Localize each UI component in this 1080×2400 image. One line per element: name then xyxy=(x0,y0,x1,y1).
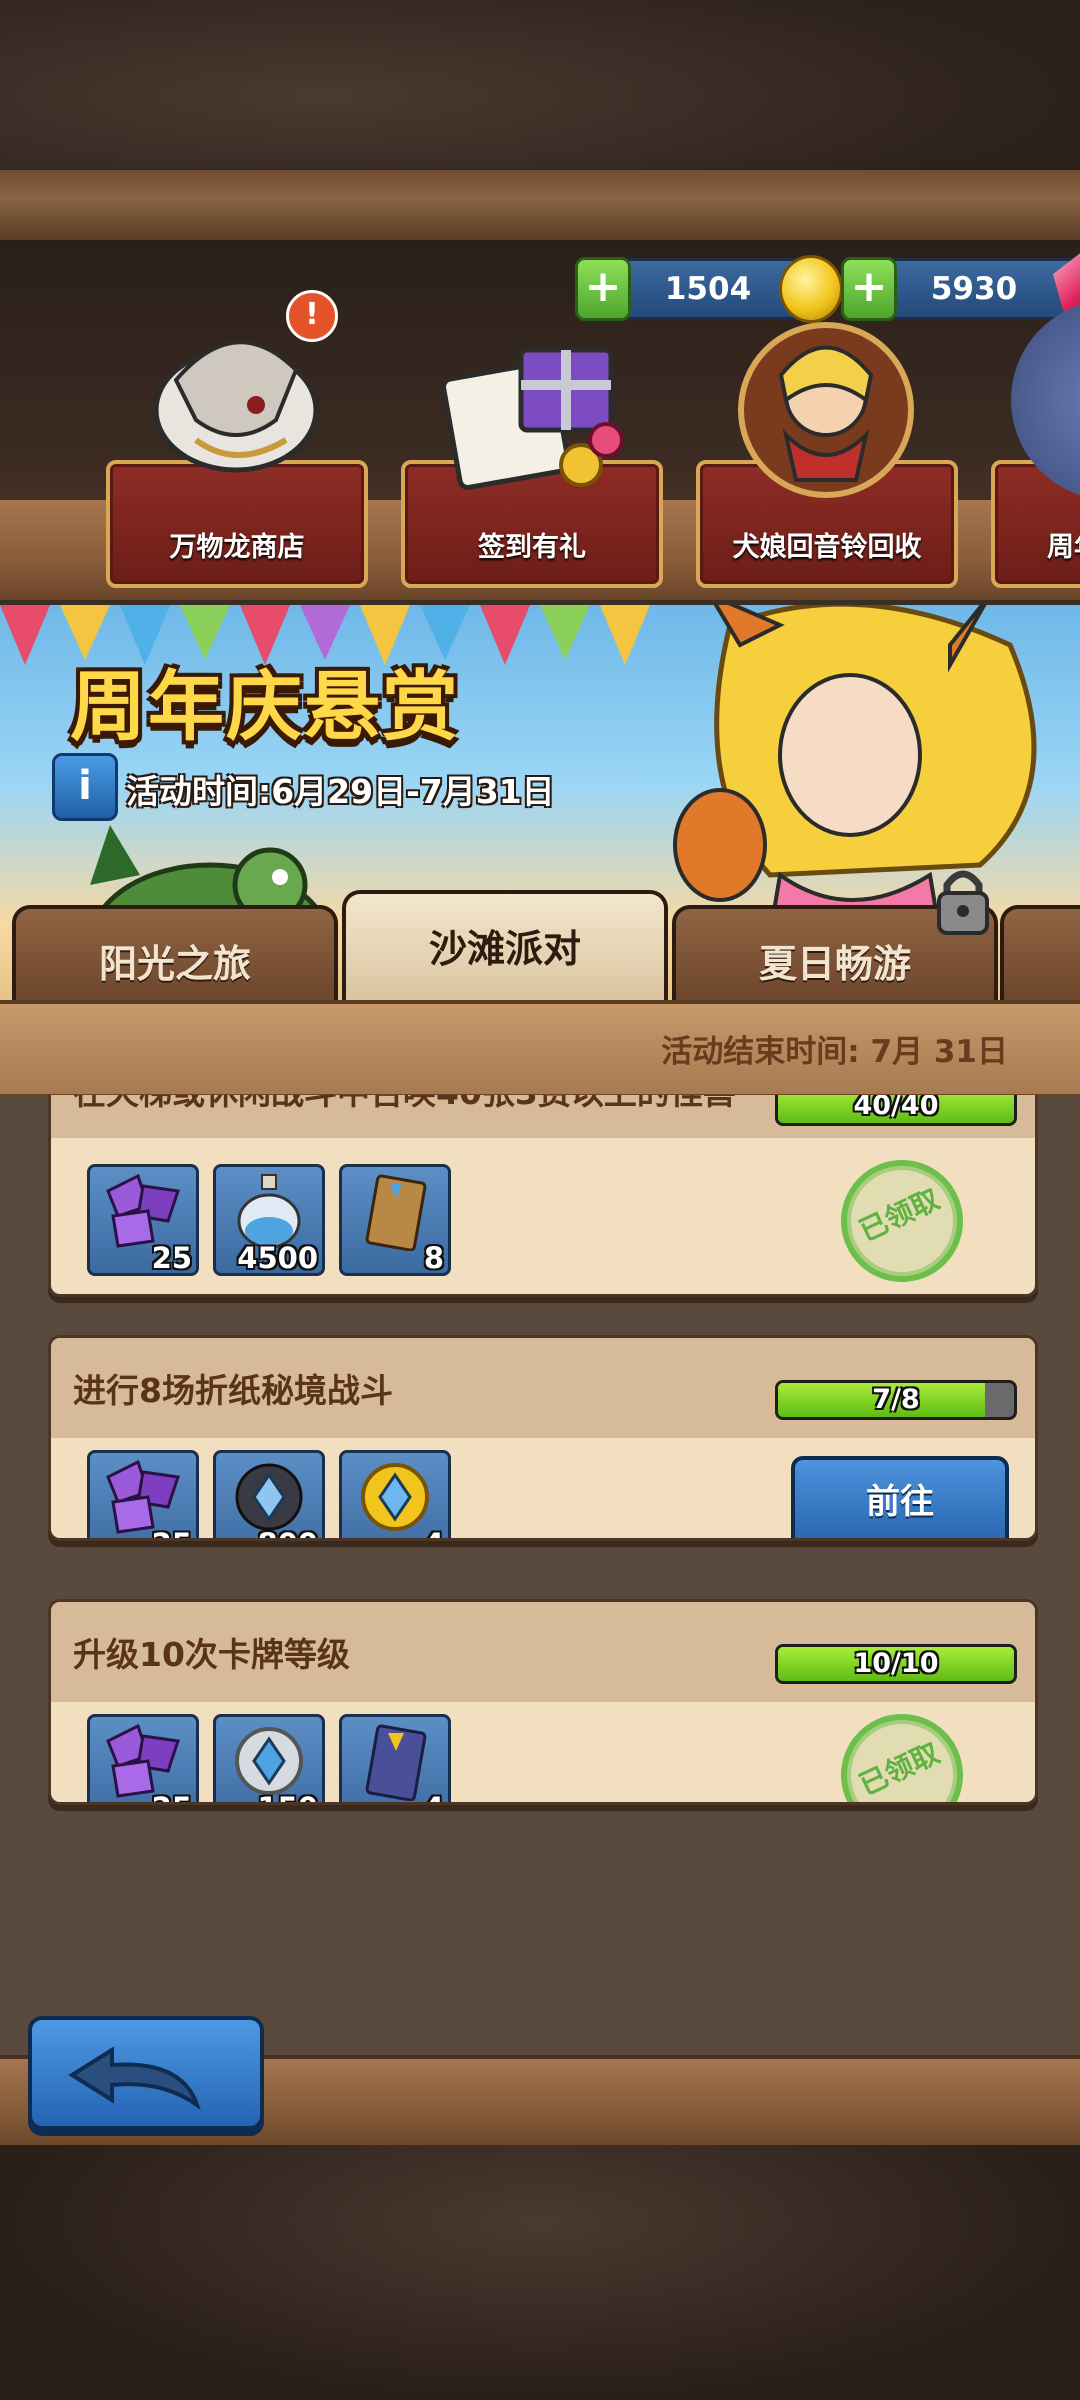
task-header: 进行8场折纸秘境战斗 7/8 xyxy=(51,1338,1035,1438)
reward-quantity: 800 xyxy=(257,1527,318,1538)
reward-quantity: 4 xyxy=(424,1527,444,1538)
reward-quantity: 8 xyxy=(423,1241,444,1275)
calendar-gift-icon xyxy=(431,300,631,500)
back-arrow-icon xyxy=(68,2046,201,2111)
task-title: 在天梯或休闲战斗中召唤40张3费以上的怪兽 xyxy=(73,1095,736,1114)
purple-shards-icon xyxy=(106,1459,180,1534)
task-card: 升级10次卡牌等级 10/10 25 150 xyxy=(48,1599,1038,1805)
event-title: 周年庆悬赏 xyxy=(70,662,460,751)
tab-beach-party[interactable]: 沙滩派对 xyxy=(342,890,668,1009)
go-button[interactable]: 前往 xyxy=(791,1456,1009,1538)
task-progress-bar: 40/40 xyxy=(775,1095,1017,1126)
claimed-stamp: 已领取 xyxy=(820,1139,984,1294)
reward-quantity: 150 xyxy=(257,1791,318,1802)
shop-item-label: 周年 xyxy=(1047,532,1080,563)
event-end-time: 活动结束时间: 7月 31日 xyxy=(661,1034,1008,1070)
bottom-background xyxy=(0,2145,1080,2400)
shop-item-dragon-store[interactable]: 万物龙商店 ! xyxy=(106,290,368,590)
lock-icon xyxy=(937,870,989,935)
event-end-bar: 活动结束时间: 7月 31日 xyxy=(0,1000,1080,1099)
reward-quantity: 25 xyxy=(151,1241,192,1275)
purple-shards-icon xyxy=(106,1173,180,1248)
reward-quantity: 4500 xyxy=(237,1241,318,1275)
reward-item[interactable]: 25 xyxy=(87,1164,199,1276)
progress-text: 10/10 xyxy=(853,1648,939,1679)
dark-crystal-icon xyxy=(235,1463,303,1531)
reward-item[interactable]: 25 xyxy=(87,1714,199,1802)
reward-quantity: 4 xyxy=(424,1791,444,1802)
shop-item-bell-recycle[interactable]: 犬娘回音铃回收 xyxy=(696,300,958,590)
reward-quantity: 25 xyxy=(152,1527,192,1538)
task-title: 升级10次卡牌等级 xyxy=(73,1635,350,1674)
shop-item-sign-in-gift[interactable]: 签到有礼 xyxy=(401,300,663,590)
shelf-top-rim xyxy=(0,170,1080,240)
reward-item[interactable]: 4 xyxy=(339,1714,451,1802)
shop-item-label: 签到有礼 xyxy=(478,532,586,563)
reward-item[interactable]: 4 xyxy=(339,1450,451,1538)
task-card: 在天梯或休闲战斗中召唤40张3费以上的怪兽 40/40 25 4500 xyxy=(48,1095,1038,1297)
potion-bottle-icon xyxy=(237,1174,301,1249)
info-icon[interactable]: i xyxy=(52,753,118,821)
reward-item[interactable]: 8 xyxy=(339,1164,451,1276)
task-header: 升级10次卡牌等级 10/10 xyxy=(51,1602,1035,1702)
blue-card-pack-icon xyxy=(365,1724,427,1801)
back-button[interactable] xyxy=(28,2016,264,2130)
task-title: 进行8场折纸秘境战斗 xyxy=(73,1371,393,1410)
shop-item-anniversary[interactable]: 周年 xyxy=(991,300,1080,590)
silver-crystal-icon xyxy=(235,1727,303,1795)
task-list[interactable]: 在天梯或休闲战斗中召唤40张3费以上的怪兽 40/40 25 4500 xyxy=(0,1095,1080,2055)
reward-item[interactable]: 4500 xyxy=(213,1164,325,1276)
gold-crystal-icon xyxy=(361,1463,429,1531)
dog-girl-bell-icon xyxy=(726,300,926,500)
reward-item[interactable]: 150 xyxy=(213,1714,325,1802)
progress-text: 7/8 xyxy=(872,1384,920,1415)
shop-item-label: 犬娘回音铃回收 xyxy=(732,532,922,563)
reward-quantity: 25 xyxy=(152,1791,192,1802)
purple-shards-icon xyxy=(106,1723,180,1798)
tab-sunshine-journey[interactable]: 阳光之旅 xyxy=(12,905,338,1009)
alert-badge-icon: ! xyxy=(286,290,338,342)
card-pack-icon xyxy=(365,1174,427,1251)
task-progress-bar: 7/8 xyxy=(775,1380,1017,1420)
task-card: 进行8场折纸秘境战斗 7/8 25 800 xyxy=(48,1335,1038,1541)
tab-next[interactable] xyxy=(1000,905,1080,1009)
shop-item-label: 万物龙商店 xyxy=(169,532,305,563)
task-progress-bar: 10/10 xyxy=(775,1644,1017,1684)
task-header: 在天梯或休闲战斗中召唤40张3费以上的怪兽 40/40 xyxy=(51,1095,1035,1138)
reward-item[interactable]: 25 xyxy=(87,1450,199,1538)
event-date: 活动时间:6月29日-7月31日 xyxy=(126,772,555,811)
reward-item[interactable]: 800 xyxy=(213,1450,325,1538)
progress-text: 40/40 xyxy=(853,1095,939,1121)
claimed-stamp: 已领取 xyxy=(820,1693,984,1802)
